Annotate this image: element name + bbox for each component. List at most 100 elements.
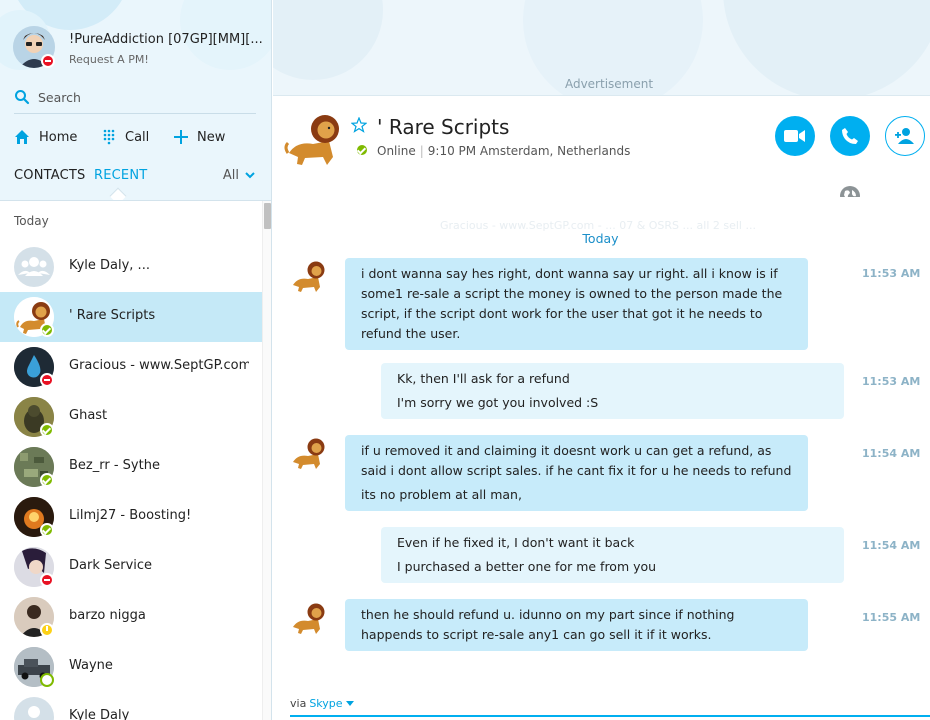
search-box[interactable]	[14, 86, 256, 114]
status-online-icon	[40, 323, 54, 337]
status-online-icon	[40, 473, 54, 487]
status-online-icon	[40, 523, 54, 537]
contact-name: ' Rare Scripts	[69, 308, 156, 323]
contact-name: Gracious - www.SeptGP.com...	[69, 358, 249, 373]
message-composer[interactable]: via Skype	[273, 690, 930, 720]
list-item[interactable]: barzo nigga	[0, 592, 262, 642]
tab-recent[interactable]: RECENT	[94, 168, 147, 183]
message-bubble-incoming[interactable]: if u removed it and claiming it doesnt w…	[345, 435, 808, 511]
person-avatar-icon	[14, 697, 54, 720]
add-participant-button[interactable]	[885, 116, 925, 156]
audio-call-button[interactable]	[830, 116, 870, 156]
list-item[interactable]: Dark Service	[0, 542, 262, 592]
advertisement-label: Advertisement	[564, 77, 654, 91]
main-nav: Home Call New	[14, 126, 260, 148]
message-bubble-outgoing[interactable]: Kk, then I'll ask for a refund I'm sorry…	[381, 363, 844, 419]
contact-name: Lilmj27 - Boosting!	[69, 508, 192, 523]
profile-header[interactable]: !PureAddiction [07GP][MM][... Request A …	[13, 26, 263, 72]
message-text: if u removed it and claiming it doesnt w…	[361, 443, 792, 478]
status-dnd-icon	[40, 573, 54, 587]
nav-home-label: Home	[39, 129, 78, 145]
message-text: Kk, then I'll ask for a refund	[397, 371, 570, 386]
contacts-scrollbar[interactable]	[262, 201, 271, 720]
dialpad-icon	[103, 129, 115, 145]
day-separator: Today	[582, 231, 619, 246]
contact-name: Kyle Daly, ...	[69, 258, 150, 273]
list-item[interactable]: Ghast	[0, 392, 262, 442]
list-item[interactable]: Bez_rr - Sythe	[0, 442, 262, 492]
chat-header: ' Rare Scripts Online | 9:10 PM Amsterdam,…	[273, 97, 930, 206]
message-avatar-lion	[293, 603, 325, 634]
contact-name: Ghast	[69, 408, 108, 423]
chat-status-text: Online	[377, 144, 416, 158]
via-label: via	[290, 697, 307, 710]
chat-avatar-lion[interactable]	[283, 107, 345, 169]
message-text: Even if he fixed it, I don't want it bac…	[397, 535, 635, 550]
profile-name: !PureAddiction [07GP][MM][...	[69, 32, 263, 47]
message-timestamp: 11:54 AM	[862, 539, 921, 552]
nav-home-button[interactable]: Home	[14, 126, 77, 148]
section-header-today: Today	[14, 214, 49, 228]
scrollbar-thumb[interactable]	[264, 203, 271, 229]
recent-list: Today Kyle Daly, ... ' Rare Scripts Grac…	[0, 200, 271, 720]
message-text: its no problem at all man,	[361, 487, 522, 502]
message-text: then he should refund u. idunno on my pa…	[361, 607, 735, 642]
message-history: Gracious - www.SeptGP.com - ... 07 & OSR…	[273, 197, 930, 685]
via-service: Skype	[309, 697, 343, 710]
status-away-icon	[40, 623, 54, 637]
send-via-selector[interactable]: via Skype	[290, 697, 354, 710]
chat-subtitle: Online | 9:10 PM Amsterdam, Netherlands	[377, 144, 631, 158]
video-camera-icon	[784, 130, 805, 142]
chat-location: 9:10 PM Amsterdam, Netherlands	[427, 144, 631, 158]
plus-icon	[174, 130, 188, 144]
star-favorite-icon[interactable]	[351, 117, 367, 133]
conversation-pane: Advertisement ' Rare Scripts Online | 9:10…	[273, 0, 930, 720]
nav-call-label: Call	[125, 129, 150, 145]
advertisement-banner[interactable]: Advertisement	[273, 0, 930, 96]
search-icon	[15, 90, 30, 105]
contact-name: Wayne	[69, 658, 113, 673]
group-avatar-icon	[14, 247, 54, 287]
caret-down-icon	[345, 701, 354, 706]
list-item[interactable]: Kyle Daly, ...	[0, 242, 262, 292]
contact-name: Dark Service	[69, 558, 153, 573]
message-timestamp: 11:54 AM	[862, 447, 921, 460]
contact-name: barzo nigga	[69, 608, 146, 623]
tab-contacts[interactable]: CONTACTS	[14, 168, 86, 183]
filter-label: All	[222, 168, 239, 183]
message-timestamp: 11:53 AM	[862, 267, 921, 280]
message-text: i dont wanna say hes right, dont wanna s…	[361, 266, 783, 341]
message-bubble-outgoing[interactable]: Even if he fixed it, I don't want it bac…	[381, 527, 844, 583]
status-dnd-icon	[40, 373, 54, 387]
video-call-button[interactable]	[775, 116, 815, 156]
phone-icon	[842, 128, 858, 144]
chat-status-online-icon	[355, 143, 369, 157]
message-bubble-incoming[interactable]: then he should refund u. idunno on my pa…	[345, 599, 808, 651]
message-text: I purchased a better one for me from you	[397, 559, 657, 574]
message-avatar-lion	[293, 438, 325, 469]
filter-dropdown[interactable]: All	[223, 168, 255, 183]
contact-name: Kyle Daly	[69, 708, 130, 720]
composer-input-underline	[290, 715, 930, 717]
nav-call-button[interactable]: Call	[102, 126, 149, 148]
home-icon	[15, 130, 29, 144]
list-item-selected[interactable]: ' Rare Scripts	[0, 292, 262, 342]
list-tabs: CONTACTS RECENT All	[14, 168, 260, 205]
sidebar: !PureAddiction [07GP][MM][... Request A …	[0, 0, 272, 720]
contact-name: Bez_rr - Sythe	[69, 458, 160, 473]
profile-mood[interactable]: Request A PM!	[69, 53, 149, 66]
list-item[interactable]: Wayne	[0, 642, 262, 692]
message-avatar-lion	[293, 261, 325, 292]
nav-new-button[interactable]: New	[174, 126, 225, 148]
list-item[interactable]: Kyle Daly	[0, 692, 262, 720]
status-offline-icon	[40, 673, 54, 687]
add-user-icon	[895, 128, 914, 144]
message-timestamp: 11:55 AM	[862, 611, 921, 624]
message-timestamp: 11:53 AM	[862, 375, 921, 388]
list-item[interactable]: Gracious - www.SeptGP.com...	[0, 342, 262, 392]
message-bubble-incoming[interactable]: i dont wanna say hes right, dont wanna s…	[345, 258, 808, 350]
list-item[interactable]: Lilmj27 - Boosting!	[0, 492, 262, 542]
chevron-down-icon	[245, 172, 255, 179]
profile-status-dnd-icon	[41, 54, 55, 68]
search-input[interactable]	[38, 86, 248, 108]
